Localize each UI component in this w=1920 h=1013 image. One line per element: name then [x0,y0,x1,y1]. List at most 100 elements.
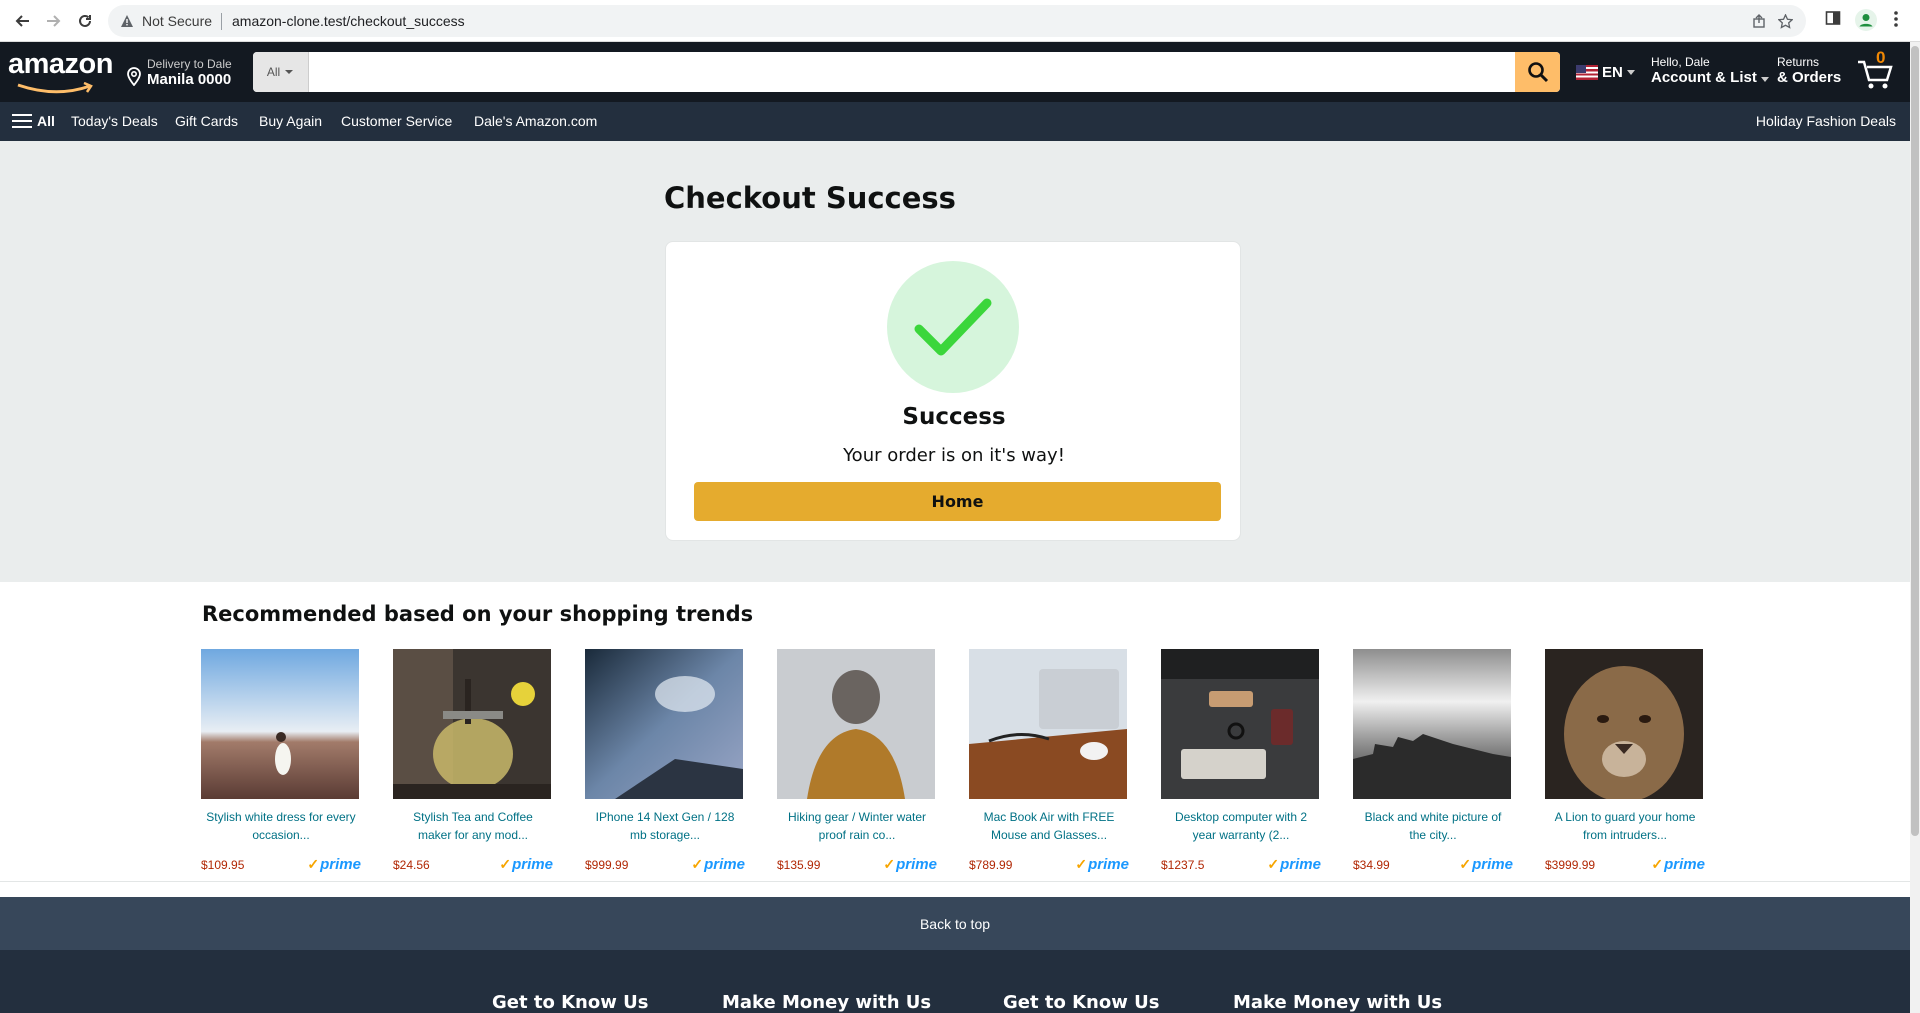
divider [221,13,222,30]
prime-check-icon: ✓ [307,856,320,872]
prime-label: prime [320,856,361,873]
cart-icon [1858,60,1893,89]
search-button[interactable] [1515,52,1560,92]
success-card: Success Your order is on it's way! Home [665,241,1241,541]
prime-check-icon: ✓ [1459,856,1472,872]
prime-badge: ✓ prime [499,856,553,873]
prime-check-icon: ✓ [883,856,896,872]
cart-count: 0 [1876,48,1886,67]
sub-navigation: All Today's Deals Gift Cards Buy Again C… [0,102,1910,141]
product-image[interactable] [201,649,359,799]
us-flag-icon [1576,65,1598,80]
product-card[interactable]: Stylish white dress for every occasion..… [201,649,361,873]
search-category-label: All [266,65,281,79]
success-badge [887,261,1019,393]
main-content: Checkout Success Success Your order is o… [0,141,1910,582]
cart-button[interactable]: 0 [1855,48,1895,92]
side-panel-icon[interactable] [1825,10,1841,30]
product-card[interactable]: Hiking gear / Winter water proof rain co… [777,649,937,873]
returns-line2: & Orders [1777,69,1842,86]
product-name[interactable]: Black and white picture of the city... [1353,808,1513,844]
url-text[interactable]: amazon-clone.test/checkout_success [232,13,465,29]
product-price: $999.99 [585,857,629,872]
kebab-menu-icon[interactable] [1893,10,1899,32]
back-arrow-icon[interactable] [10,9,34,33]
product-card[interactable]: Desktop computer with 2 year warranty (2… [1161,649,1321,873]
chevron-down-icon [1761,77,1770,82]
product-card[interactable]: Mac Book Air with FREE Mouse and Glasses… [969,649,1129,873]
product-image[interactable] [585,649,743,799]
search-bar: All [253,52,1560,92]
chevron-down-icon [1626,70,1635,75]
checkmark-icon [914,298,992,356]
product-price-row: $135.99 ✓ prime [777,856,937,873]
home-button[interactable]: Home [694,482,1221,521]
footer-heading: Get to Know Us [1003,992,1160,1013]
address-bar[interactable]: Not Secure amazon-clone.test/checkout_su… [108,5,1806,37]
search-input[interactable] [309,52,1515,92]
language-label: EN [1602,64,1623,81]
reload-icon[interactable] [73,9,97,33]
nav-holiday-fashion-deals[interactable]: Holiday Fashion Deals [1756,113,1896,129]
nav-customer-service[interactable]: Customer Service [341,113,452,129]
product-image[interactable] [777,649,935,799]
product-card[interactable]: IPhone 14 Next Gen / 128 mb storage... $… [585,649,745,873]
prime-label: prime [704,856,745,873]
nav-buy-again[interactable]: Buy Again [259,113,322,129]
product-image[interactable] [1545,649,1703,799]
prime-label: prime [896,856,937,873]
product-price: $1237.5 [1161,857,1205,872]
nav-all[interactable]: All [37,113,55,129]
product-image[interactable] [1161,649,1319,799]
prime-check-icon: ✓ [499,856,512,872]
product-card[interactable]: A Lion to guard your home from intruders… [1545,649,1705,873]
product-name[interactable]: Desktop computer with 2 year warranty (2… [1161,808,1321,844]
product-image[interactable] [969,649,1127,799]
product-name[interactable]: Hiking gear / Winter water proof rain co… [777,808,937,844]
product-card[interactable]: Black and white picture of the city... $… [1353,649,1513,873]
nav-dales-amazon[interactable]: Dale's Amazon.com [474,113,597,129]
site-header: amazon Delivery to Dale Manila 0000 All … [0,42,1910,102]
product-image[interactable] [1353,649,1511,799]
product-price-row: $109.95 ✓ prime [201,856,361,873]
product-name[interactable]: Stylish Tea and Coffee maker for any mod… [393,808,553,844]
nav-todays-deals[interactable]: Today's Deals [71,113,158,129]
prime-check-icon: ✓ [691,856,704,872]
language-selector[interactable]: EN [1576,64,1635,81]
product-price-row: $24.56 ✓ prime [393,856,553,873]
page-scrollbar[interactable] [1910,42,1920,1013]
forward-arrow-icon[interactable] [42,9,66,33]
profile-avatar-icon[interactable] [1855,9,1877,35]
product-price: $135.99 [777,857,821,872]
nav-gift-cards[interactable]: Gift Cards [175,113,238,129]
browser-toolbar: Not Secure amazon-clone.test/checkout_su… [0,0,1920,42]
account-menu[interactable]: Hello, Dale Account & List [1651,55,1770,86]
product-price-row: $789.99 ✓ prime [969,856,1129,873]
product-name[interactable]: IPhone 14 Next Gen / 128 mb storage... [585,808,745,844]
returns-orders-link[interactable]: Returns & Orders [1777,55,1841,86]
product-price: $109.95 [201,857,245,872]
product-name[interactable]: Mac Book Air with FREE Mouse and Glasses… [969,808,1129,844]
product-name[interactable]: Stylish white dress for every occasion..… [201,808,361,844]
hamburger-menu-icon[interactable] [12,114,32,130]
account-label-row: Account & List [1651,69,1770,86]
warning-icon [120,13,134,32]
share-icon[interactable] [1752,14,1766,32]
back-to-top-button[interactable]: Back to top [0,897,1910,950]
product-image[interactable] [393,649,551,799]
delivery-line2: Manila 0000 [147,71,232,88]
scrollbar-thumb[interactable] [1911,46,1919,836]
product-name[interactable]: A Lion to guard your home from intruders… [1545,808,1705,844]
prime-badge: ✓ prime [1651,856,1705,873]
greeting-text: Hello, Dale [1651,55,1710,69]
bookmark-star-icon[interactable] [1777,13,1794,33]
success-heading: Success [902,404,1006,430]
security-label[interactable]: Not Secure [142,13,212,29]
product-card[interactable]: Stylish Tea and Coffee maker for any mod… [393,649,553,873]
product-price-row: $1237.5 ✓ prime [1161,856,1321,873]
search-category-dropdown[interactable]: All [253,52,309,92]
recommendations-section: Recommended based on your shopping trend… [0,582,1910,882]
product-price-row: $3999.99 ✓ prime [1545,856,1705,873]
location-pin-icon [127,67,141,86]
amazon-logo[interactable]: amazon [8,48,113,81]
